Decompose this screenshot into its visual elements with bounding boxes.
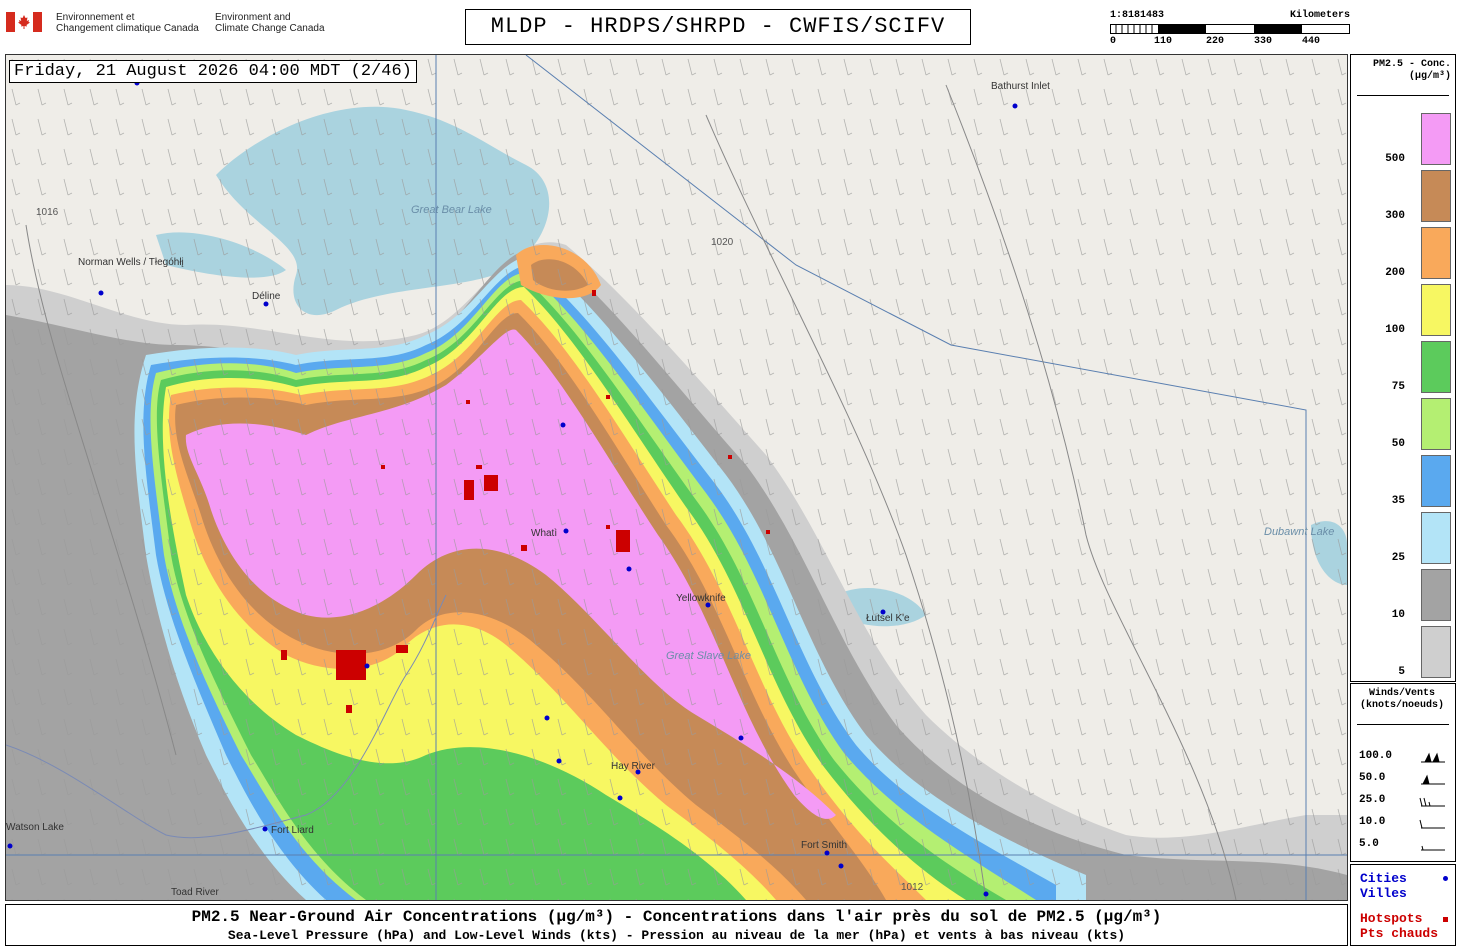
isobar-label: 1016 [36, 207, 59, 218]
cities-key: Cities Villes [1360, 871, 1407, 901]
pm25-legend: PM2.5 - Conc. (µg/m³) 500 300 200 100 75 50 35… [1350, 54, 1456, 682]
footer-line2: Sea-Level Pressure (hPa) and Low-Level W… [227, 928, 1126, 943]
wind-legend: Winds/Vents (knots/noeuds) 100.0 50.0 25… [1350, 683, 1456, 862]
legend-swatch [1421, 398, 1451, 450]
legend-swatch-label: 50 [1391, 438, 1405, 450]
city-label: Norman Wells / Tłegóhłį [78, 257, 184, 268]
city-dot-icon [1443, 876, 1448, 881]
hotspots-key-line: Hotspots [1360, 911, 1423, 926]
wind-title-line: (knots/noeuds) [1359, 700, 1444, 711]
scale-bar-graphic [1110, 24, 1350, 34]
gov-en-line2: Climate Change Canada [215, 23, 325, 34]
wind-barb-50-icon [1421, 774, 1445, 785]
scale-label: 220 [1206, 36, 1225, 47]
city-label: Hay River [611, 761, 656, 772]
city-label: Déline [252, 291, 281, 302]
legend-swatch-label: 5 [1398, 666, 1405, 678]
scale-label: 440 [1302, 36, 1321, 47]
legend-swatch-label: 75 [1391, 381, 1405, 393]
city-label: Whatì [531, 528, 557, 539]
legend-swatch [1421, 455, 1451, 507]
scale-bar: 1:8181483 Kilometers 0 110 220 330 440 [1110, 10, 1350, 50]
wind-speed-label: 50.0 [1359, 772, 1386, 784]
city-label: Yellowknife [676, 593, 726, 604]
wind-barb-25-icon [1419, 797, 1445, 807]
city-label: Bathurst Inlet [991, 81, 1050, 92]
cities-key-line: Cities [1360, 871, 1407, 886]
page-title: MLDP - HRDPS/SHRPD - CWFIS/SCIFV [465, 9, 971, 45]
scale-label: 0 [1110, 36, 1117, 47]
cities-key-line: Villes [1360, 886, 1407, 901]
legend-swatch-label: 100 [1385, 324, 1405, 336]
legend-swatch-label: 300 [1385, 210, 1405, 222]
wind-speed-label: 25.0 [1359, 794, 1386, 806]
symbol-key: Cities Villes Hotspots Pts chauds [1350, 864, 1456, 946]
wind-speed-label: 10.0 [1359, 816, 1386, 828]
city-label: Watson Lake [6, 822, 64, 833]
scale-ratio: 1:8181483 [1110, 10, 1165, 21]
legend-title-line: PM2.5 - Conc. [1372, 59, 1451, 70]
government-name-en: Environment and Climate Change Canada [215, 12, 375, 34]
wind-speed-label: 100.0 [1359, 750, 1393, 762]
legend-swatch [1421, 569, 1451, 621]
city-label: Toad River [171, 887, 219, 898]
wind-barb-10-icon [1419, 819, 1445, 829]
city-label: Łutsel K'e [866, 613, 910, 624]
canada-flag-icon [6, 12, 42, 32]
legend-swatch [1421, 170, 1451, 222]
legend-swatch-label: 35 [1391, 495, 1405, 507]
wind-title-line: Winds/Vents [1368, 688, 1435, 699]
legend-swatch [1421, 626, 1451, 678]
government-name-fr: Environnement et Changement climatique C… [56, 12, 216, 34]
hotspots-key-line: Pts chauds [1360, 926, 1439, 941]
isobar-label: 1020 [711, 237, 734, 248]
hotspots-key: Hotspots Pts chauds [1360, 911, 1438, 941]
footer-line1: PM2.5 Near-Ground Air Concentrations (µg… [191, 908, 1162, 926]
legend-swatch [1421, 341, 1451, 393]
legend-divider [1357, 95, 1449, 96]
wind-legend-divider [1357, 724, 1449, 725]
city-label: Fort Smith [801, 840, 847, 851]
legend-swatch-label: 200 [1385, 267, 1405, 279]
legend-swatch [1421, 512, 1451, 564]
scale-unit: Kilometers [1289, 10, 1350, 21]
lake-label: Dubawnt Lake [1264, 526, 1334, 538]
legend-swatch [1421, 113, 1451, 165]
city-label: Fort Liard [271, 825, 314, 836]
legend-title: PM2.5 - Conc. (µg/m³) [1351, 59, 1451, 83]
lake-label: Great Slave Lake [666, 650, 751, 662]
gov-en-line1: Environment and [215, 12, 291, 23]
map-canvas: 1016 1020 1012 Great Bear Lake Great Sla… [6, 55, 1347, 900]
smoke-forecast-map[interactable]: 1016 1020 1012 Great Bear Lake Great Sla… [5, 54, 1348, 901]
wind-legend-title: Winds/Vents (knots/noeuds) [1351, 688, 1453, 712]
gov-fr-line2: Changement climatique Canada [56, 23, 199, 34]
government-logo: Environnement et Changement climatique C… [6, 12, 325, 34]
isobar-label: 1012 [901, 882, 924, 893]
wind-barb-100-icon [1421, 752, 1445, 763]
legend-swatch-label: 500 [1385, 153, 1405, 165]
scale-label: 110 [1154, 36, 1173, 47]
footer-caption: PM2.5 Near-Ground Air Concentrations (µg… [5, 904, 1348, 946]
scale-label: 330 [1254, 36, 1273, 47]
legend-swatch-label: 25 [1391, 552, 1405, 564]
lake-label: Great Bear Lake [411, 204, 492, 216]
legend-title-line: (µg/m³) [1408, 71, 1451, 82]
gov-fr-line1: Environnement et [56, 12, 135, 23]
forecast-timestamp: Friday, 21 August 2026 04:00 MDT (2/46) [9, 60, 417, 83]
legend-swatch-label: 10 [1391, 609, 1405, 621]
legend-swatch [1421, 227, 1451, 279]
wind-speed-label: 5.0 [1359, 838, 1379, 850]
wind-barb-5-icon [1421, 845, 1445, 851]
legend-swatch [1421, 284, 1451, 336]
hotspot-square-icon [1443, 917, 1448, 922]
header: Environnement et Changement climatique C… [0, 0, 1460, 52]
